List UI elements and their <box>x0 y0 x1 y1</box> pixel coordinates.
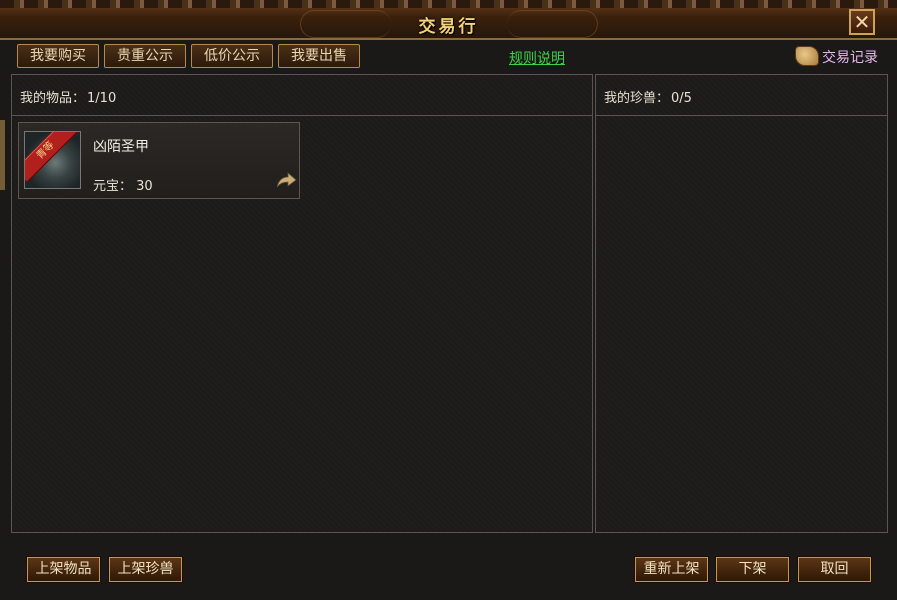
delist-button[interactable]: 下架 <box>715 556 790 583</box>
share-arrow-icon[interactable] <box>275 171 297 189</box>
my-beasts-header: 我的珍兽： 0/5 <box>596 75 887 116</box>
item-price: 元宝： 30 <box>93 179 153 194</box>
tab-sell[interactable]: 我要出售 <box>278 44 360 68</box>
trade-record-label: 交易记录 <box>822 50 878 66</box>
relist-button[interactable]: 重新上架 <box>634 556 709 583</box>
item-badge: 青等 <box>25 132 78 183</box>
my-items-header: 我的物品： 1/10 <box>12 75 592 116</box>
tab-lowprice-notice[interactable]: 低价公示 <box>191 44 273 68</box>
my-items-panel: 我的物品： 1/10 青等 凶陌圣甲 元宝： 30 <box>11 74 593 533</box>
my-beasts-title: 我的珍兽： <box>604 91 670 106</box>
rules-link[interactable]: 规则说明 <box>509 48 565 68</box>
list-beast-button[interactable]: 上架珍兽 <box>108 556 183 583</box>
my-items-title: 我的物品： <box>20 91 86 106</box>
armor-item-icon[interactable]: 青等 <box>24 131 81 189</box>
my-items-label: 我的物品： 1/10 <box>20 87 116 106</box>
window-title: 交易行 <box>418 17 479 37</box>
list-item-button[interactable]: 上架物品 <box>26 556 101 583</box>
item-card[interactable]: 青等 凶陌圣甲 元宝： 30 <box>18 122 300 199</box>
my-items-count: 1/10 <box>87 91 117 106</box>
close-button[interactable]: ✕ <box>849 9 875 35</box>
tab-valuable-notice[interactable]: 贵重公示 <box>104 44 186 68</box>
tab-buy[interactable]: 我要购买 <box>17 44 99 68</box>
item-name: 凶陌圣甲 <box>93 139 149 155</box>
title-bar: 交易行 ✕ <box>0 0 897 40</box>
title-bar-decoration <box>0 0 897 8</box>
my-beasts-count: 0/5 <box>671 91 692 106</box>
close-icon: ✕ <box>853 10 871 34</box>
retrieve-button[interactable]: 取回 <box>797 556 872 583</box>
my-beasts-panel: 我的珍兽： 0/5 <box>595 74 888 533</box>
scroll-icon <box>795 46 819 66</box>
left-edge-decoration <box>0 120 5 190</box>
my-beasts-label: 我的珍兽： 0/5 <box>604 87 692 106</box>
